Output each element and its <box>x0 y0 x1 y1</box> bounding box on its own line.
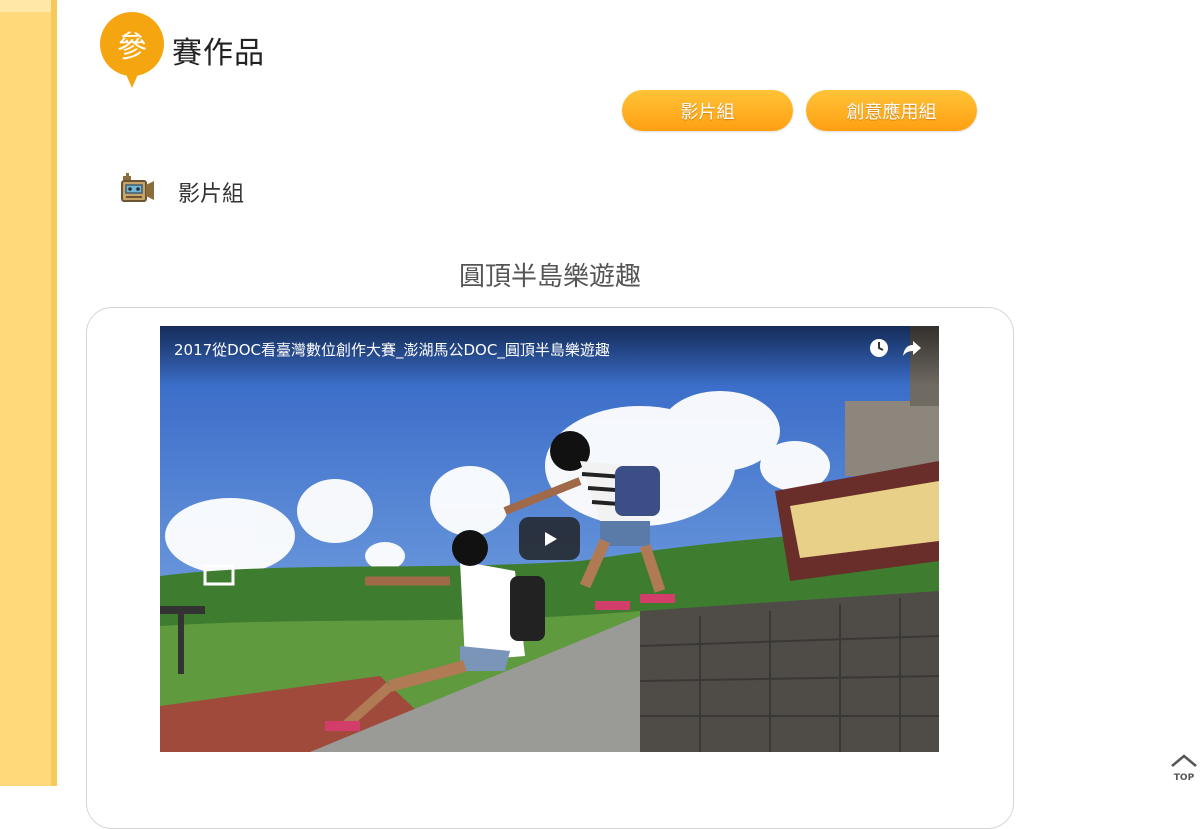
play-button[interactable] <box>519 517 580 560</box>
side-strip <box>0 0 57 786</box>
creative-group-button[interactable]: 創意應用組 <box>806 90 977 131</box>
top-label: TOP <box>1174 773 1195 782</box>
group-title: 影片組 <box>178 182 245 207</box>
top-arrow-icon[interactable]: TOP <box>1168 752 1200 782</box>
entry-title: 圓頂半島樂遊趣 <box>458 262 641 292</box>
section-badge: 參 <box>100 12 164 76</box>
section-badge-tail <box>125 72 139 88</box>
play-icon <box>544 531 557 546</box>
section-badge-char: 參 <box>117 30 147 65</box>
side-strip-shade <box>51 0 57 786</box>
side-strip-edge <box>0 0 57 12</box>
video-caption[interactable]: 2017從DOC看臺灣數位創作大賽_澎湖馬公DOC_圓頂半島樂遊趣 <box>174 339 610 360</box>
video-camera-icon <box>121 173 154 202</box>
clock-icon[interactable] <box>869 338 889 358</box>
section-title: 賽作品 <box>172 36 265 71</box>
video-group-button[interactable]: 影片組 <box>622 90 793 131</box>
video-player[interactable]: 2017從DOC看臺灣數位創作大賽_澎湖馬公DOC_圓頂半島樂遊趣 <box>160 326 939 752</box>
share-icon[interactable] <box>902 338 922 358</box>
